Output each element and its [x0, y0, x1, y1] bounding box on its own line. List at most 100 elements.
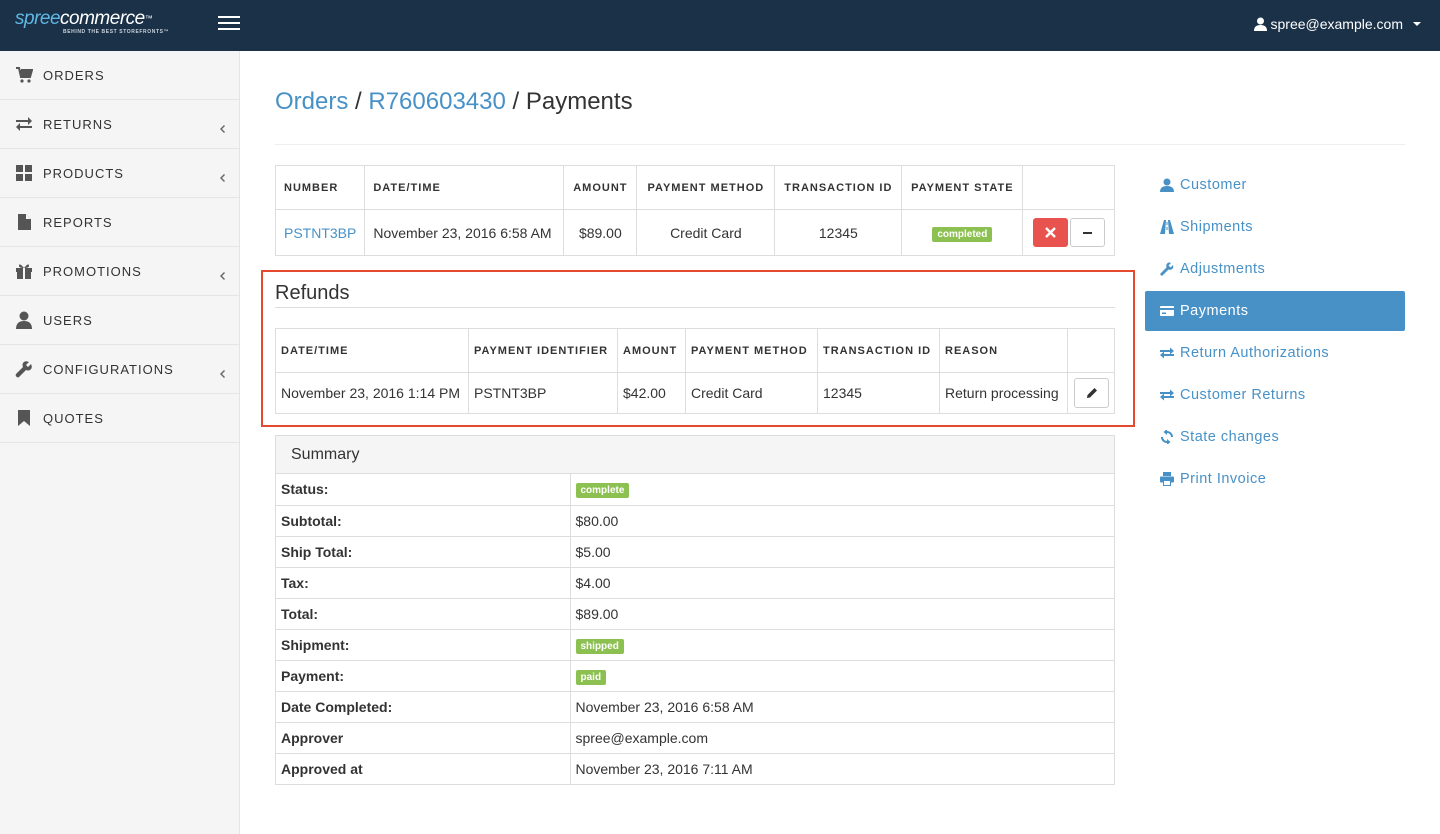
- table-row: PSTNT3BP November 23, 2016 6:58 AM $89.0…: [274, 209, 1115, 256]
- close-icon: [1044, 227, 1056, 238]
- refund-transaction-id: 12345: [817, 372, 940, 414]
- chevron-left-icon: [219, 120, 225, 133]
- refunds-table: DATE/TIME PAYMENT IDENTIFIER AMOUNT PAYM…: [275, 328, 1115, 414]
- summary-row-date-completed: Date Completed: November 23, 2016 6:58 AM: [276, 690, 1114, 722]
- payments-table: NUMBER DATE/TIME AMOUNT PAYMENT METHOD T…: [274, 165, 1115, 256]
- sidebar: ORDERS RETURNS PRODUCTS REPORTS PROMOTIO…: [0, 51, 240, 834]
- order-tabs-nav: Customer Shipments Adjustments Payments …: [1145, 164, 1405, 500]
- column-header-actions: [1022, 165, 1115, 210]
- summary-row-total: Total: $89.00: [276, 597, 1114, 629]
- wrench-icon: [15, 360, 33, 378]
- order-status-badge: complete: [575, 483, 630, 499]
- order-tab-shipments[interactable]: Shipments: [1145, 206, 1405, 248]
- column-header: NUMBER: [274, 165, 366, 210]
- sidebar-item-configurations[interactable]: CONFIGURATIONS: [0, 345, 239, 394]
- user-icon: [1253, 17, 1267, 31]
- transfer-icon: [1160, 388, 1174, 402]
- column-header: DATE/TIME: [275, 328, 469, 373]
- chevron-left-icon: [219, 169, 225, 182]
- summary-row-payment: Payment: paid: [276, 659, 1114, 691]
- refresh-icon: [1160, 430, 1174, 444]
- column-header: DATE/TIME: [364, 165, 565, 210]
- user-account-dropdown[interactable]: spree@example.com: [1253, 16, 1421, 32]
- transfer-icon: [15, 115, 33, 133]
- column-header: PAYMENT STATE: [901, 165, 1024, 210]
- user-email: spree@example.com: [1270, 16, 1404, 32]
- pencil-icon: [1086, 388, 1097, 398]
- chevron-left-icon: [219, 365, 225, 378]
- edit-refund-button[interactable]: [1073, 378, 1109, 408]
- payment-method: Credit Card: [636, 209, 776, 256]
- payment-state-badge: completed: [932, 226, 993, 242]
- summary-row-shipment: Shipment: shipped: [276, 628, 1114, 660]
- breadcrumb-orders-link[interactable]: Orders: [275, 88, 348, 115]
- menu-toggle-icon[interactable]: [218, 16, 240, 34]
- refund-reason: Return processing: [939, 372, 1068, 414]
- summary-row-ship-total: Ship Total: $5.00: [276, 535, 1114, 567]
- page-title: Payments: [525, 88, 633, 115]
- column-header-actions: [1067, 328, 1115, 373]
- summary-row-status: Status: complete: [276, 474, 1114, 505]
- road-icon: [1160, 220, 1174, 234]
- summary-table: Status: complete Subtotal: $80.00 Ship Tot…: [276, 474, 1114, 784]
- summary-heading: Summary: [276, 436, 1114, 474]
- order-tab-print-invoice[interactable]: Print Invoice: [1145, 458, 1405, 500]
- bookmark-icon: [15, 409, 33, 427]
- summary-row-tax: Tax: $4.00: [276, 566, 1114, 598]
- shipment-state-badge: shipped: [575, 638, 624, 654]
- order-tab-return-authorizations[interactable]: Return Authorizations: [1145, 332, 1405, 374]
- sidebar-item-orders[interactable]: ORDERS: [0, 51, 239, 100]
- sidebar-item-reports[interactable]: REPORTS: [0, 198, 239, 247]
- top-navbar: spreecommerce™ BEHIND THE BEST STOREFRON…: [0, 0, 1440, 51]
- file-icon: [15, 213, 33, 231]
- grid-icon: [15, 164, 33, 182]
- refunds-heading: Refunds: [275, 282, 350, 304]
- payment-state-badge: paid: [575, 669, 607, 685]
- divider: [275, 144, 1405, 145]
- order-summary-panel: Summary Status: complete Subtotal: $80.00 …: [275, 435, 1115, 785]
- refund-datetime: November 23, 2016 1:14 PM: [275, 372, 469, 414]
- divider: [275, 307, 1115, 308]
- capture-payment-button[interactable]: [1069, 218, 1105, 247]
- spree-logo[interactable]: spreecommerce™ BEHIND THE BEST STOREFRON…: [15, 9, 169, 36]
- user-icon: [1160, 178, 1174, 192]
- column-header: PAYMENT IDENTIFIER: [468, 328, 618, 373]
- chevron-left-icon: [219, 267, 225, 280]
- column-header: TRANSACTION ID: [817, 328, 940, 373]
- column-header: AMOUNT: [563, 165, 638, 210]
- transfer-icon: [1160, 346, 1174, 360]
- sidebar-item-quotes[interactable]: QUOTES: [0, 394, 239, 443]
- payment-number-link[interactable]: PSTNT3BP: [284, 225, 356, 241]
- column-header: PAYMENT METHOD: [685, 328, 818, 373]
- refund-payment-method: Credit Card: [685, 372, 818, 414]
- refund-amount: $42.00: [617, 372, 686, 414]
- order-tab-payments[interactable]: Payments: [1145, 291, 1405, 331]
- column-header: PAYMENT METHOD: [636, 165, 776, 210]
- credit-card-icon: [1160, 304, 1174, 318]
- gift-icon: [15, 262, 33, 280]
- payment-datetime: November 23, 2016 6:58 AM: [364, 209, 565, 256]
- breadcrumb: Orders / R760603430 / Payments: [275, 88, 633, 115]
- sidebar-item-returns[interactable]: RETURNS: [0, 100, 239, 149]
- cart-icon: [15, 66, 33, 84]
- summary-row-approver: Approver spree@example.com: [276, 721, 1114, 753]
- breadcrumb-order-link[interactable]: R760603430: [368, 88, 505, 115]
- column-header: AMOUNT: [617, 328, 686, 373]
- order-tab-state-changes[interactable]: State changes: [1145, 416, 1405, 458]
- column-header: TRANSACTION ID: [774, 165, 903, 210]
- sidebar-item-users[interactable]: USERS: [0, 296, 239, 345]
- column-header: REASON: [939, 328, 1068, 373]
- order-tab-customer[interactable]: Customer: [1145, 164, 1405, 206]
- order-tab-customer-returns[interactable]: Customer Returns: [1145, 374, 1405, 416]
- void-payment-button[interactable]: [1032, 218, 1068, 247]
- print-icon: [1160, 472, 1174, 486]
- order-tab-adjustments[interactable]: Adjustments: [1145, 248, 1405, 290]
- payment-transaction-id: 12345: [774, 209, 903, 256]
- sidebar-item-promotions[interactable]: PROMOTIONS: [0, 247, 239, 296]
- wrench-icon: [1160, 262, 1174, 276]
- summary-row-subtotal: Subtotal: $80.00: [276, 504, 1114, 536]
- sidebar-item-products[interactable]: PRODUCTS: [0, 149, 239, 198]
- payment-amount: $89.00: [563, 209, 638, 256]
- table-header-row: NUMBER DATE/TIME AMOUNT PAYMENT METHOD T…: [274, 165, 1115, 210]
- table-header-row: DATE/TIME PAYMENT IDENTIFIER AMOUNT PAYM…: [275, 328, 1115, 373]
